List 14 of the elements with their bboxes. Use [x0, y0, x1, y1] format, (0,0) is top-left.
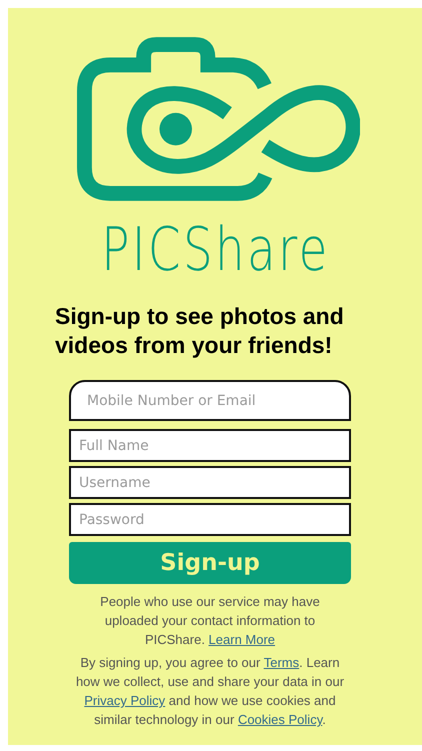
input-field[interactable]: Password — [69, 503, 351, 536]
brand-name: PICShare — [100, 220, 330, 282]
notice-text: People who use our service may have uploaded your contact information to PICShare. Learn More — [99, 593, 321, 649]
text-link[interactable]: Cookies Policy — [238, 712, 322, 727]
input-field[interactable]: Full Name — [69, 429, 351, 462]
camera-logo-icon — [76, 36, 360, 202]
headline: Sign-up to see photos and videos from your friends! — [54, 302, 345, 360]
text-link[interactable]: Privacy Policy — [84, 693, 166, 708]
input-field[interactable]: Mobile Number or Email — [69, 380, 351, 421]
input-field[interactable]: Username — [69, 466, 351, 499]
notice-text: By signing up, you agree to our Terms. Learn how we collect, use and share your data in our Privacy Policy and how we use cookies and similar technology in our Cookies Policy. — [75, 654, 345, 729]
text-link[interactable]: Terms — [264, 655, 300, 670]
signup-button[interactable]: Sign-up — [69, 542, 351, 584]
text-link[interactable]: Learn More — [208, 632, 276, 647]
